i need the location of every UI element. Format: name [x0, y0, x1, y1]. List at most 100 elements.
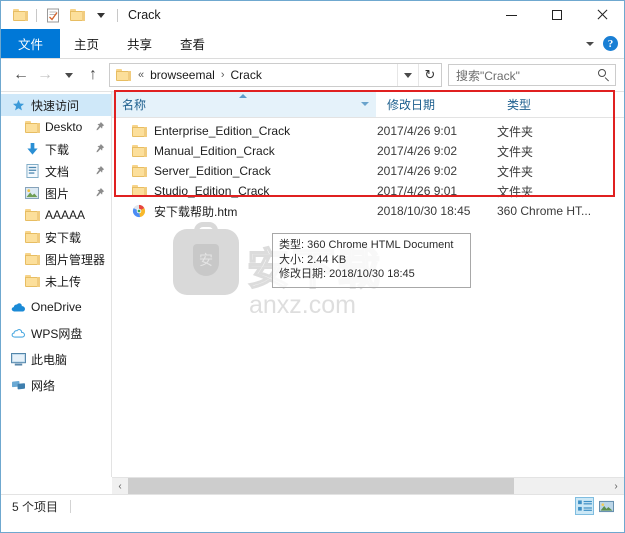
qat-folder-icon[interactable]: [9, 4, 31, 26]
sort-ascending-icon: [239, 94, 247, 98]
title-bar: Crack: [1, 1, 624, 29]
table-row[interactable]: Manual_Edition_Crack 2017/4/26 9:02 文件夹: [112, 141, 624, 161]
sidebar-item-aaaaa[interactable]: AAAAA: [1, 204, 111, 226]
column-header-date-modified[interactable]: 修改日期: [377, 92, 497, 117]
recent-locations-button[interactable]: [57, 62, 81, 88]
sidebar-item-picture-manager[interactable]: 图片管理器: [1, 248, 111, 270]
back-button[interactable]: ←: [9, 62, 33, 88]
tab-view[interactable]: 查看: [166, 29, 219, 58]
file-tooltip: 类型: 360 Chrome HTML Document 大小: 2.44 KB…: [272, 233, 471, 288]
qat-customize-dropdown[interactable]: [90, 4, 112, 26]
onedrive-icon: [10, 299, 26, 315]
breadcrumb-folder-icon: [116, 69, 131, 81]
sidebar-item-anxiazai[interactable]: 安下载: [1, 226, 111, 248]
status-divider: [70, 499, 72, 513]
tab-file[interactable]: 文件: [1, 29, 61, 58]
search-placeholder: 搜索"Crack": [456, 68, 520, 83]
column-header-type[interactable]: 类型: [497, 92, 624, 117]
table-row[interactable]: Enterprise_Edition_Crack 2017/4/26 9:01 …: [112, 121, 624, 141]
explorer-window: Crack 文件 主页 共享 查看 ? ← → ↑ « browseemal ›…: [0, 0, 625, 533]
minimize-button[interactable]: [489, 1, 534, 29]
expand-ribbon-chevron-icon[interactable]: [586, 41, 594, 46]
view-mode-buttons: [575, 497, 616, 515]
tab-home[interactable]: 主页: [60, 29, 113, 58]
pin-icon: [95, 143, 105, 155]
column-label: 类型: [507, 98, 532, 112]
sidebar-item-documents[interactable]: 文档: [1, 160, 111, 182]
sidebar-label: 未上传: [45, 274, 82, 289]
table-row[interactable]: 安下载帮助.htm 2018/10/30 18:45 360 Chrome HT…: [112, 201, 624, 221]
search-input[interactable]: 搜索"Crack": [448, 64, 616, 86]
breadcrumb-item-crack[interactable]: Crack: [229, 68, 264, 82]
star-icon: [10, 97, 26, 113]
close-button[interactable]: [579, 1, 624, 29]
scrollbar-thumb[interactable]: [128, 478, 515, 494]
table-row[interactable]: Server_Edition_Crack 2017/4/26 9:02 文件夹: [112, 161, 624, 181]
download-icon: [24, 141, 40, 157]
scroll-left-button[interactable]: ‹: [112, 478, 128, 494]
file-date: 2017/4/26 9:02: [377, 144, 458, 158]
file-name: Server_Edition_Crack: [154, 164, 271, 178]
scroll-right-button[interactable]: ›: [608, 478, 624, 494]
file-name: 安下载帮助.htm: [154, 204, 238, 219]
navigation-pane: 快速访问 Deskto 下载 文档 图片 AAAAA 安下载 图片管理器 未上传…: [1, 92, 111, 477]
file-type: 文件夹: [497, 184, 534, 199]
tab-share[interactable]: 共享: [113, 29, 166, 58]
details-view-button[interactable]: [575, 497, 594, 515]
maximize-button[interactable]: [534, 1, 579, 29]
sidebar-label: 文档: [45, 164, 70, 179]
file-date: 2018/10/30 18:45: [377, 204, 471, 218]
file-date: 2017/4/26 9:01: [377, 124, 458, 138]
sidebar-label: 快速访问: [31, 98, 80, 113]
file-date: 2017/4/26 9:01: [377, 184, 458, 198]
sidebar-item-pictures[interactable]: 图片: [1, 182, 111, 204]
sidebar-item-not-uploaded[interactable]: 未上传: [1, 270, 111, 292]
address-path-box[interactable]: « browseemal › Crack ↻: [109, 63, 442, 87]
network-icon: [10, 377, 26, 393]
breadcrumb-item-browseemal[interactable]: browseemal: [148, 68, 217, 82]
tooltip-size: 大小: 2.44 KB: [279, 253, 347, 266]
computer-icon: [10, 351, 26, 367]
sidebar-item-network[interactable]: 网络: [1, 374, 111, 396]
help-icon[interactable]: ?: [603, 36, 618, 51]
sidebar-item-onedrive[interactable]: OneDrive: [1, 296, 111, 318]
large-icons-view-button[interactable]: [597, 497, 616, 515]
refresh-button[interactable]: ↻: [418, 64, 441, 86]
sidebar-label: 下载: [45, 142, 70, 157]
sidebar-label: 网络: [31, 378, 56, 393]
folder-icon: [24, 207, 40, 223]
sidebar-item-wps-cloud[interactable]: WPS网盘: [1, 322, 111, 344]
forward-button[interactable]: →: [33, 62, 57, 88]
table-row[interactable]: Studio_Edition_Crack 2017/4/26 9:01 文件夹: [112, 181, 624, 201]
file-name: Enterprise_Edition_Crack: [154, 124, 291, 138]
sidebar-item-quick-access[interactable]: 快速访问: [1, 94, 111, 116]
picture-icon: [24, 185, 40, 201]
chevron-down-icon[interactable]: [361, 102, 369, 106]
address-bar: ← → ↑ « browseemal › Crack ↻ 搜索"Crack": [1, 59, 624, 91]
folder-icon: [24, 119, 40, 135]
file-name-cell: 安下载帮助.htm: [112, 203, 377, 220]
qat-new-folder-icon[interactable]: [66, 4, 88, 26]
horizontal-scrollbar[interactable]: ‹ ›: [112, 477, 624, 494]
sidebar-label: Deskto: [45, 120, 83, 134]
qat-properties-icon[interactable]: [42, 4, 64, 26]
item-count: 5 个项目: [12, 499, 59, 514]
sidebar-label: 图片: [45, 186, 70, 201]
column-label: 名称: [122, 98, 147, 112]
folder-icon: [131, 163, 147, 179]
address-dropdown-button[interactable]: [397, 64, 418, 86]
sidebar-item-downloads[interactable]: 下载: [1, 138, 111, 160]
file-type: 文件夹: [497, 144, 534, 159]
file-type: 360 Chrome HT...: [497, 204, 592, 218]
column-header-name[interactable]: 名称: [112, 92, 377, 117]
up-arrow-icon: ↑: [89, 66, 97, 83]
file-type: 文件夹: [497, 124, 534, 139]
sidebar-label: 安下载: [45, 230, 82, 245]
up-button[interactable]: ↑: [81, 62, 105, 88]
folder-icon: [24, 251, 40, 267]
sidebar-item-this-pc[interactable]: 此电脑: [1, 348, 111, 370]
folder-icon: [131, 123, 147, 139]
breadcrumb: « browseemal › Crack: [110, 68, 397, 82]
scrollbar-track[interactable]: [128, 478, 608, 494]
sidebar-item-desktop[interactable]: Deskto: [1, 116, 111, 138]
